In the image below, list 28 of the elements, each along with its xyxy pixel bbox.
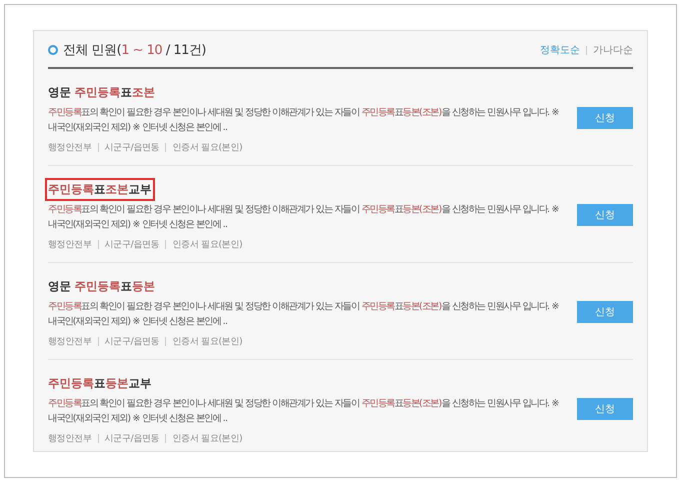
service-title[interactable]: 주민등록표등본교부 <box>45 372 154 395</box>
service-meta: 인증서 필요(본인) <box>172 239 242 251</box>
service-meta: 인증서 필요(본인) <box>172 336 242 348</box>
service-meta: 시군구/읍면동 <box>104 239 160 251</box>
service-meta: 시군구/읍면동 <box>104 433 160 445</box>
service-title[interactable]: 영문 주민등록표등본 <box>45 275 158 298</box>
sort-link[interactable]: 가나다순 <box>593 43 633 57</box>
service-meta: 행정안전부 <box>48 336 92 348</box>
apply-button[interactable]: 신청 <box>577 398 633 420</box>
results-count-heading: 전체 민원(1 ~ 10 / 11건) <box>63 42 206 59</box>
service-description: 주민등록표의 확인이 필요한 경우 본인이나 세대원 및 정당한 이해관계가 있는 자들이 주민등록표등본(조본)을 신청하는 민원사무 입니다. ※ 내국인(재외국인 제외) ※ 인터넷 신청은 본인에 .. <box>48 300 559 329</box>
service-meta: 행정안전부 <box>48 142 92 154</box>
service-description: 주민등록표의 확인이 필요한 경우 본인이나 세대원 및 정당한 이해관계가 있는 자들이 주민등록표등본(조본)을 신청하는 민원사무 입니다. ※ 내국인(재외국인 제외) ※ 인터넷 신청은 본인에 .. <box>48 203 559 232</box>
service-meta: 시군구/읍면동 <box>104 336 160 348</box>
apply-button[interactable]: 신청 <box>577 204 633 226</box>
service-title[interactable]: 주민등록표조본교부 <box>45 178 154 201</box>
service-meta: 인증서 필요(본인) <box>172 142 242 154</box>
service-description: 주민등록표의 확인이 필요한 경우 본인이나 세대원 및 정당한 이해관계가 있는 자들이 주민등록표등본(조본)을 신청하는 민원사무 입니다. ※ 내국인(재외국인 제외) ※ 인터넷 신청은 본인에 .. <box>48 106 559 135</box>
service-meta: 행정안전부 <box>48 239 92 251</box>
service-title[interactable]: 영문 주민등록표조본 <box>45 81 158 104</box>
circle-bullet-icon <box>48 45 58 55</box>
service-meta: 인증서 필요(본인) <box>172 433 242 445</box>
service-meta: 시군구/읍면동 <box>104 142 160 154</box>
service-meta: 행정안전부 <box>48 433 92 445</box>
apply-button[interactable]: 신청 <box>577 300 633 322</box>
apply-button[interactable]: 신청 <box>577 106 633 128</box>
service-description: 주민등록표의 확인이 필요한 경우 본인이나 세대원 및 정당한 이해관계가 있는 자들이 주민등록표등본(조본)을 신청하는 민원사무 입니다. ※ 내국인(재외국인 제외) ※ 인터넷 신청은 본인에 .. <box>48 397 559 426</box>
sort-link[interactable]: 정확도순 <box>540 43 580 57</box>
